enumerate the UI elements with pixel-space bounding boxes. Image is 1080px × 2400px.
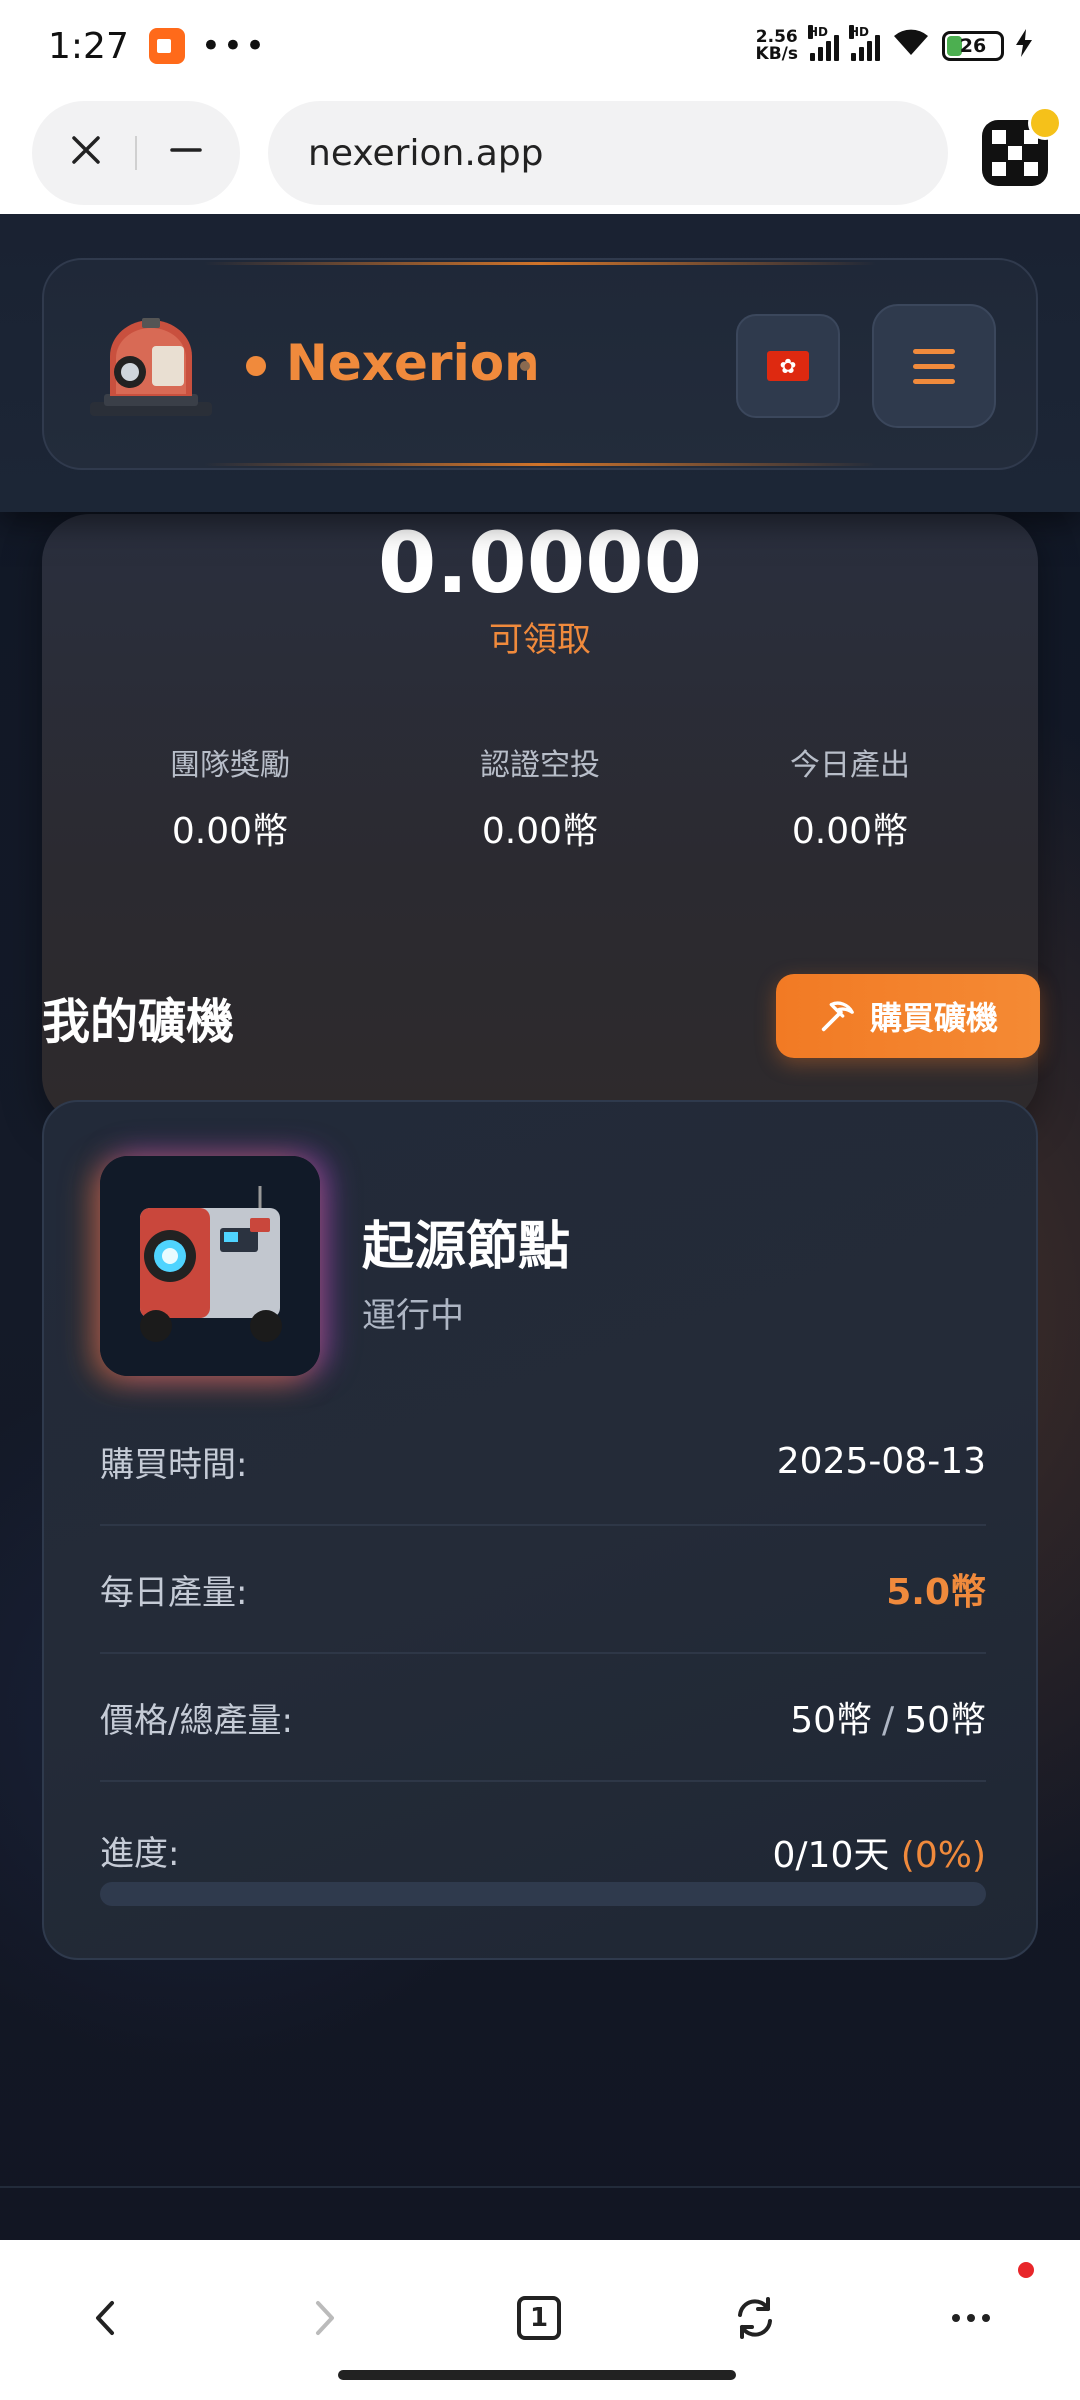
refresh-button[interactable] [710,2278,800,2358]
signal-1-icon: HD [808,25,839,61]
price-separator: / [882,1700,895,1741]
row-value: 0/10天 (0%) [773,1826,987,1878]
back-icon [96,2301,114,2335]
progress-bar [100,1882,986,1906]
purchase-time-row: 購買時間: 2025-08-13 [100,1398,986,1526]
miner-image [100,1156,320,1376]
summary-stats: 團隊獎勵 0.00幣 認證空投 0.00幣 今日產出 0.00幣 [80,740,1000,854]
language-button[interactable]: ✿ [736,314,840,418]
section-title: 我的礦機 [42,994,235,1050]
extension-icon[interactable] [982,106,1062,186]
row-label: 每日產量: [100,1572,248,1613]
divider [0,2186,1080,2188]
generator-icon [100,1156,320,1376]
more-notifications-icon: ••• [200,26,268,66]
status-time: 1:27 [48,25,129,67]
brand-dot-small [520,361,530,371]
stat-value: 0.00幣 [791,811,909,852]
price-total-row: 價格/總產量: 50幣/50幣 [100,1654,986,1782]
hamburger-icon [913,348,955,354]
tabs-button[interactable]: 1 [494,2278,584,2358]
row-value: 50幣/50幣 [790,1691,986,1743]
charging-icon [1016,28,1032,64]
forward-icon [316,2301,334,2335]
back-button[interactable] [62,2278,152,2358]
stat-value: 0.00幣 [171,811,289,852]
minimize-icon[interactable] [168,128,204,179]
more-button[interactable] [926,2278,1016,2358]
wifi-icon [892,26,930,66]
row-value: 2025-08-13 [776,1440,986,1482]
menu-button[interactable] [872,304,996,428]
hong-kong-flag-icon: ✿ [767,351,809,381]
daily-output-row: 每日產量: 5.0幣 [100,1526,986,1654]
buy-miner-button[interactable]: 購買礦機 [776,974,1040,1058]
address-bar[interactable]: nexerion.app [268,101,948,205]
signal-2-icon: HD [849,25,880,61]
miner-card: 起源節點 運行中 購買時間: 2025-08-13 每日產量: 5.0幣 價格/… [42,1100,1038,1960]
miner-name: 起源節點 [362,1217,571,1277]
claimable-label: 可領取 [489,620,591,660]
stat-value: 0.00幣 [481,811,599,852]
status-bar: 1:27 ••• 2.56 KB/s HD HD 26 [0,0,1080,92]
stat-team-reward: 團隊獎勵 0.00幣 [80,740,380,854]
stat-today-output: 今日產出 0.00幣 [700,740,1000,854]
browser-toolbar: nexerion.app [0,92,1080,214]
total-value: 50幣 [904,1700,986,1741]
tab-count: 1 [517,2296,561,2340]
more-icon [952,2314,990,2322]
mining-machine-logo-icon [90,318,212,416]
brand-name[interactable]: Nexerion [286,334,540,392]
header-card: Nexerion ✿ [42,258,1038,470]
hd-label: HD [808,25,829,39]
site-header: Nexerion ✿ [0,214,1080,512]
forward-button[interactable] [278,2278,368,2358]
stat-label: 團隊獎勵 [170,748,290,783]
network-speed-unit: KB/s [755,44,798,64]
home-indicator[interactable] [338,2370,736,2380]
stat-airdrop: 認證空投 0.00幣 [390,740,690,854]
hamburger-line [913,378,955,384]
notification-dot [1018,2262,1034,2278]
pickaxe-icon [821,1001,854,1032]
network-speed: 2.56 KB/s [756,29,798,63]
hd-label: HD [849,25,870,39]
stat-label: 認證空投 [480,748,600,783]
battery-level: 26 [959,35,987,57]
web-page: 0.0000 可領取 團隊獎勵 0.00幣 認證空投 0.00幣 今日產出 0.… [0,214,1080,2240]
window-controls [32,101,240,205]
price-value: 50幣 [790,1700,873,1741]
battery-icon: 26 [942,31,1004,61]
brand-dot [246,356,266,376]
row-value: 5.0幣 [886,1572,986,1613]
refresh-icon [738,2297,772,2339]
buy-miner-label: 購買礦機 [869,999,998,1037]
row-label: 價格/總產量: [100,1700,293,1741]
close-icon[interactable] [68,128,104,179]
row-label: 進度: [100,1834,180,1874]
divider [134,136,137,170]
hamburger-line [913,363,955,369]
status-indicators: 2.56 KB/s HD HD 26 [756,25,1032,66]
url-text: nexerion.app [308,132,544,174]
progress-percent: (0%) [900,1835,986,1876]
recording-app-icon [148,28,185,64]
row-label: 購買時間: [100,1444,248,1485]
stat-label: 今日產出 [790,748,910,783]
extension-badge-icon [1028,106,1062,140]
claimable-balance: 0.0000 [377,514,703,612]
miner-status: 運行中 [362,1296,464,1336]
progress-days: 0/10天 [772,1835,890,1876]
